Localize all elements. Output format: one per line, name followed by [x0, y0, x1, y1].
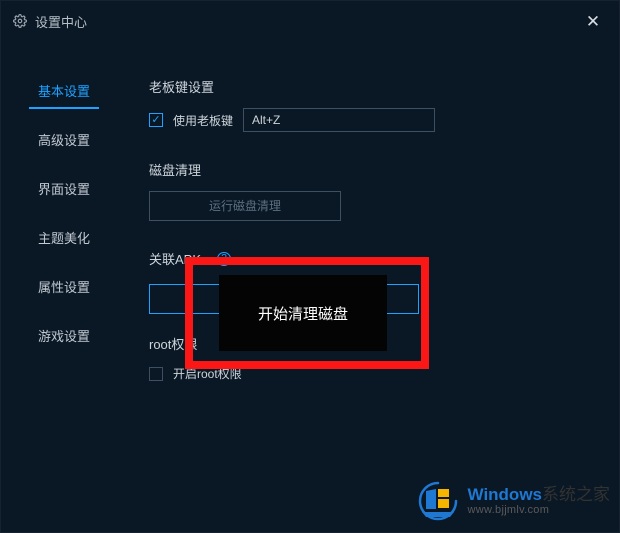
- sidebar-item-label: 属性设置: [38, 280, 90, 295]
- watermark-text: Windows系统之家 www.bjjmlv.com: [468, 485, 610, 517]
- sidebar: 基本设置 高级设置 界面设置 主题美化 属性设置 游戏设置: [1, 41, 127, 532]
- settings-window: 设置中心 ✕ 基本设置 高级设置 界面设置 主题美化 属性设置 游戏设置: [0, 0, 620, 533]
- boss-key-row: 使用老板键: [149, 108, 595, 132]
- watermark-brand-main: Windows: [468, 485, 542, 504]
- watermark-brand-suffix: 系统之家: [542, 485, 610, 504]
- boss-key-checkbox[interactable]: [149, 113, 163, 127]
- sidebar-item-interface[interactable]: 界面设置: [1, 177, 127, 200]
- root-checkbox[interactable]: [149, 367, 163, 381]
- title-bar: 设置中心 ✕: [1, 1, 619, 41]
- window-title: 设置中心: [35, 12, 87, 31]
- sidebar-item-game[interactable]: 游戏设置: [1, 324, 127, 347]
- close-icon: ✕: [586, 13, 600, 30]
- gear-icon: [13, 14, 27, 28]
- boss-key-section-label: 老板键设置: [149, 77, 595, 96]
- sidebar-item-basic[interactable]: 基本设置: [1, 79, 127, 102]
- sidebar-item-label: 高级设置: [38, 133, 90, 148]
- windows-logo-icon: [416, 479, 460, 523]
- close-button[interactable]: ✕: [579, 7, 607, 35]
- sidebar-item-properties[interactable]: 属性设置: [1, 275, 127, 298]
- sidebar-item-label: 基本设置: [38, 84, 90, 99]
- sidebar-item-label: 主题美化: [38, 231, 90, 246]
- popup-start-disk-clean: 开始清理磁盘: [219, 275, 387, 351]
- disk-clean-section-label: 磁盘清理: [149, 160, 595, 179]
- run-disk-clean-button-label: 运行磁盘清理: [209, 199, 281, 213]
- sidebar-item-label: 界面设置: [38, 182, 90, 197]
- sidebar-item-label: 游戏设置: [38, 329, 90, 344]
- popup-text: 开始清理磁盘: [258, 303, 348, 324]
- watermark: Windows系统之家 www.bjjmlv.com: [416, 479, 610, 523]
- watermark-url: www.bjjmlv.com: [468, 504, 610, 517]
- sidebar-item-advanced[interactable]: 高级设置: [1, 128, 127, 151]
- boss-key-checkbox-label: 使用老板键: [173, 112, 233, 129]
- watermark-brand: Windows系统之家: [468, 485, 610, 505]
- boss-key-input[interactable]: [243, 108, 435, 132]
- sidebar-item-theme[interactable]: 主题美化: [1, 226, 127, 249]
- run-disk-clean-button[interactable]: 运行磁盘清理: [149, 191, 341, 221]
